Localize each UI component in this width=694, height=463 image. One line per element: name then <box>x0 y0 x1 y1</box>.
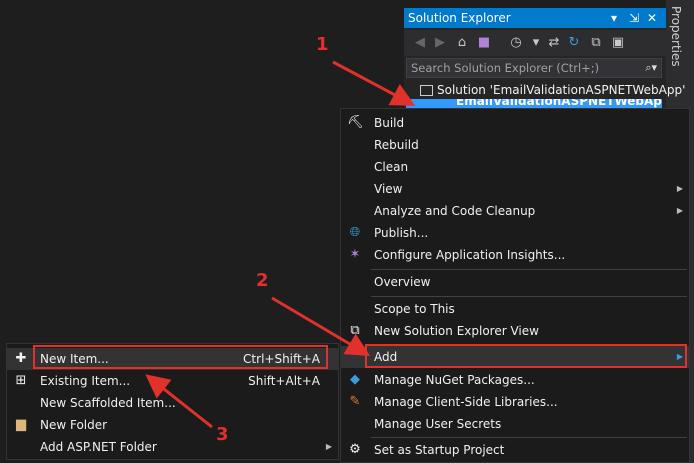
callout-3: 3 <box>216 424 229 445</box>
arrow-2 <box>271 296 371 357</box>
callout-1: 1 <box>316 34 329 55</box>
annotation-arrows <box>145 60 416 429</box>
callout-2: 2 <box>256 270 269 291</box>
arrow-1 <box>332 60 416 106</box>
arrow-3 <box>145 374 213 429</box>
